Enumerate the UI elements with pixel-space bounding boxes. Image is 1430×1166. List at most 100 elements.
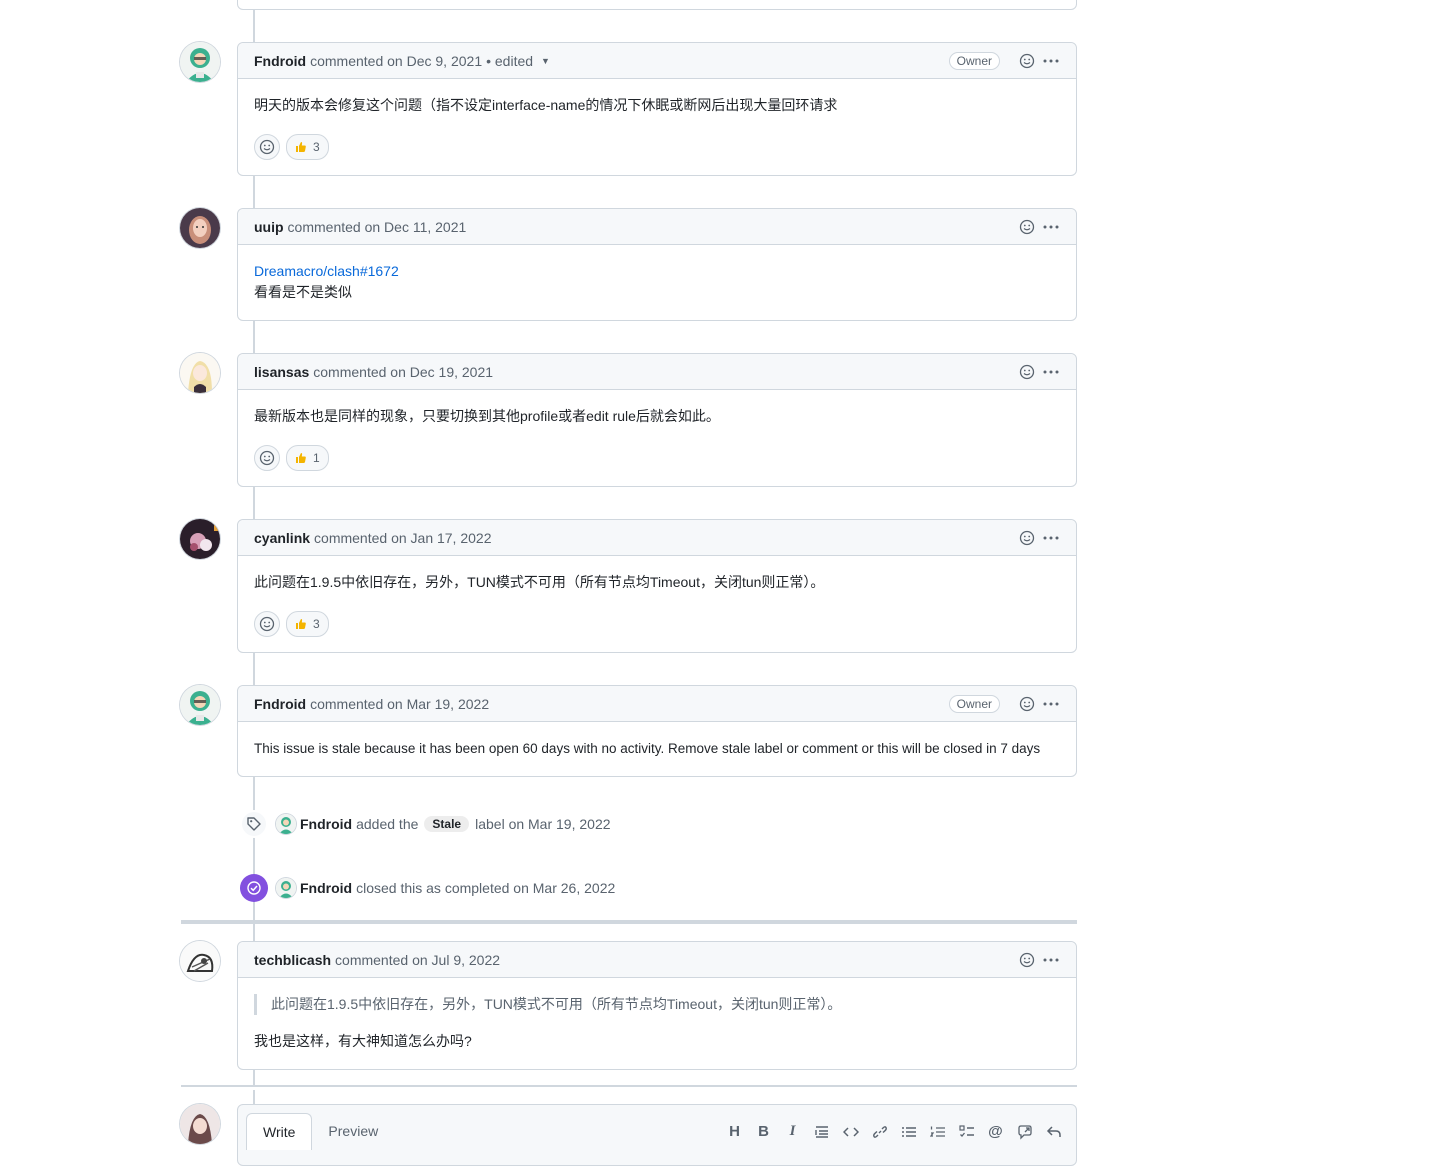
kebab-horizontal-icon[interactable] (1042, 951, 1060, 969)
reply-icon[interactable] (1045, 1123, 1062, 1140)
avatar-fndroid[interactable] (180, 685, 220, 725)
timeline-event-closed: Fndroid closed this as completed on Mar … (240, 874, 615, 902)
kebab-horizontal-icon[interactable] (1042, 363, 1060, 381)
comment-header: techblicash commented on Jul 9, 2022 (238, 942, 1076, 978)
comment-timestamp[interactable]: commented on Dec 9, 2021 (310, 53, 482, 69)
comment-author[interactable]: Fndroid (254, 53, 306, 69)
comment-author[interactable]: cyanlink (254, 530, 310, 546)
kebab-horizontal-icon[interactable] (1042, 52, 1060, 70)
numbered-list-icon[interactable] (929, 1123, 946, 1140)
event-timestamp[interactable]: label on Mar 19, 2022 (475, 816, 610, 832)
tab-preview[interactable]: Preview (312, 1113, 394, 1149)
smiley-icon[interactable] (1018, 218, 1036, 236)
heading-icon[interactable]: H (726, 1123, 743, 1140)
comment-timestamp[interactable]: commented on Dec 11, 2021 (288, 219, 467, 235)
previous-comment-tail (237, 0, 1077, 10)
event-text: added the (356, 816, 419, 832)
smiley-icon[interactable] (1018, 951, 1036, 969)
comment-timestamp[interactable]: commented on Dec 19, 2021 (313, 364, 493, 380)
comment-text: This issue is stale because it has been … (254, 741, 1041, 756)
code-icon[interactable] (842, 1123, 859, 1140)
edited-indicator[interactable]: • edited (486, 53, 533, 69)
comment-author[interactable]: Fndroid (254, 696, 306, 712)
comment-author[interactable]: techblicash (254, 952, 331, 968)
cross-reference-icon[interactable] (1016, 1123, 1033, 1140)
comment-text: 我也是这样，有大神知道怎么办吗? (254, 1033, 472, 1049)
kebab-horizontal-icon[interactable] (1042, 695, 1060, 713)
add-reaction-button[interactable] (254, 445, 280, 471)
comment-text: 最新版本也是同样的现象，只要切换到其他profile或者edit rule后就会… (254, 408, 720, 424)
event-author[interactable]: Fndroid (300, 816, 352, 832)
avatar-techblicash[interactable] (180, 941, 220, 981)
comment-text: 明天的版本会修复这个问题（指不设定interface-name的情况下休眠或断网… (254, 97, 838, 113)
comment-text: 此问题在1.9.5中依旧存在，另外，TUN模式不可用（所有节点均Timeout，… (254, 574, 825, 590)
kebab-horizontal-icon[interactable] (1042, 218, 1060, 236)
smiley-icon[interactable] (1018, 52, 1036, 70)
quoted-reply: 此问题在1.9.5中依旧存在，另外，TUN模式不可用（所有节点均Timeout，… (254, 994, 1060, 1015)
editor-tabs: Write Preview (246, 1113, 394, 1150)
comment-card: techblicash commented on Jul 9, 2022 此问题… (237, 941, 1077, 1070)
comment-timestamp[interactable]: commented on Mar 19, 2022 (310, 696, 489, 712)
task-list-icon[interactable] (958, 1123, 975, 1140)
tab-write[interactable]: Write (246, 1113, 313, 1150)
issue-link[interactable]: Dreamacro/clash#1672 (254, 263, 399, 279)
comment-card: Fndroid commented on Dec 9, 2021 • edite… (237, 42, 1077, 176)
owner-badge: Owner (948, 694, 1000, 713)
bold-icon[interactable]: B (755, 1123, 772, 1140)
kebab-horizontal-icon[interactable] (1042, 529, 1060, 547)
add-reaction-button[interactable] (254, 611, 280, 637)
reaction-count: 3 (313, 616, 320, 631)
event-text: closed this as completed on Mar 26, 2022 (356, 880, 616, 896)
thumbs-up-reaction[interactable]: 3 (286, 134, 329, 160)
comment-header: cyanlink commented on Jan 17, 2022 (238, 520, 1076, 556)
avatar-fndroid-small[interactable] (276, 814, 296, 834)
comment-body: 此问题在1.9.5中依旧存在，另外，TUN模式不可用（所有节点均Timeout，… (238, 556, 1076, 653)
reactions-bar: 3 (254, 134, 1060, 160)
thumbs-up-icon (296, 619, 306, 629)
reactions-bar: 1 (254, 445, 1060, 471)
bulleted-list-icon[interactable] (900, 1123, 917, 1140)
check-circle-icon (240, 874, 268, 902)
reactions-bar: 3 (254, 611, 1060, 637)
smiley-icon[interactable] (1018, 695, 1036, 713)
reaction-count: 3 (313, 139, 320, 154)
chevron-down-icon[interactable]: ▼ (541, 56, 550, 66)
comment-body: Dreamacro/clash#1672 看看是不是类似 (238, 245, 1076, 319)
avatar-fndroid[interactable] (180, 42, 220, 82)
thumbs-up-reaction[interactable]: 3 (286, 611, 329, 637)
comment-editor: Write Preview H B I @ (237, 1104, 1077, 1166)
stale-label[interactable]: Stale (424, 816, 470, 832)
thumbs-up-reaction[interactable]: 1 (286, 445, 329, 471)
avatar-cyanlink[interactable] (180, 519, 220, 559)
comment-body: 最新版本也是同样的现象，只要切换到其他profile或者edit rule后就会… (238, 390, 1076, 487)
comment-header: lisansas commented on Dec 19, 2021 (238, 354, 1076, 390)
comment-header: Fndroid commented on Dec 9, 2021 • edite… (238, 43, 1076, 79)
thumbs-up-icon (296, 142, 306, 152)
avatar-fndroid-small[interactable] (276, 878, 296, 898)
comment-body: This issue is stale because it has been … (238, 722, 1076, 775)
italic-icon[interactable]: I (784, 1123, 801, 1140)
comment-header: uuip commented on Dec 11, 2021 (238, 209, 1076, 245)
quote-icon[interactable] (813, 1123, 830, 1140)
timeline-line (253, 1090, 255, 1104)
comment-card: lisansas commented on Dec 19, 2021 最新版本也… (237, 353, 1077, 487)
event-author[interactable]: Fndroid (300, 880, 352, 896)
timeline-divider (181, 1085, 1077, 1087)
comment-card: cyanlink commented on Jan 17, 2022 此问题在1… (237, 519, 1077, 653)
comment-timestamp[interactable]: commented on Jan 17, 2022 (314, 530, 491, 546)
timeline-event-labeled: Fndroid added the Stale label on Mar 19,… (240, 810, 611, 838)
timeline-divider (181, 920, 1077, 924)
comment-body: 明天的版本会修复这个问题（指不设定interface-name的情况下休眠或断网… (238, 79, 1076, 176)
smiley-icon[interactable] (1018, 363, 1036, 381)
comment-author[interactable]: lisansas (254, 364, 309, 380)
link-icon[interactable] (871, 1123, 888, 1140)
add-reaction-button[interactable] (254, 134, 280, 160)
avatar-lisansas[interactable] (180, 353, 220, 393)
comment-text: 看看是不是类似 (254, 284, 352, 300)
smiley-icon[interactable] (1018, 529, 1036, 547)
mention-icon[interactable]: @ (987, 1123, 1004, 1140)
comment-author[interactable]: uuip (254, 219, 284, 235)
avatar-current-user[interactable] (180, 1104, 220, 1144)
avatar-uuip[interactable] (180, 208, 220, 248)
comment-timestamp[interactable]: commented on Jul 9, 2022 (335, 952, 500, 968)
